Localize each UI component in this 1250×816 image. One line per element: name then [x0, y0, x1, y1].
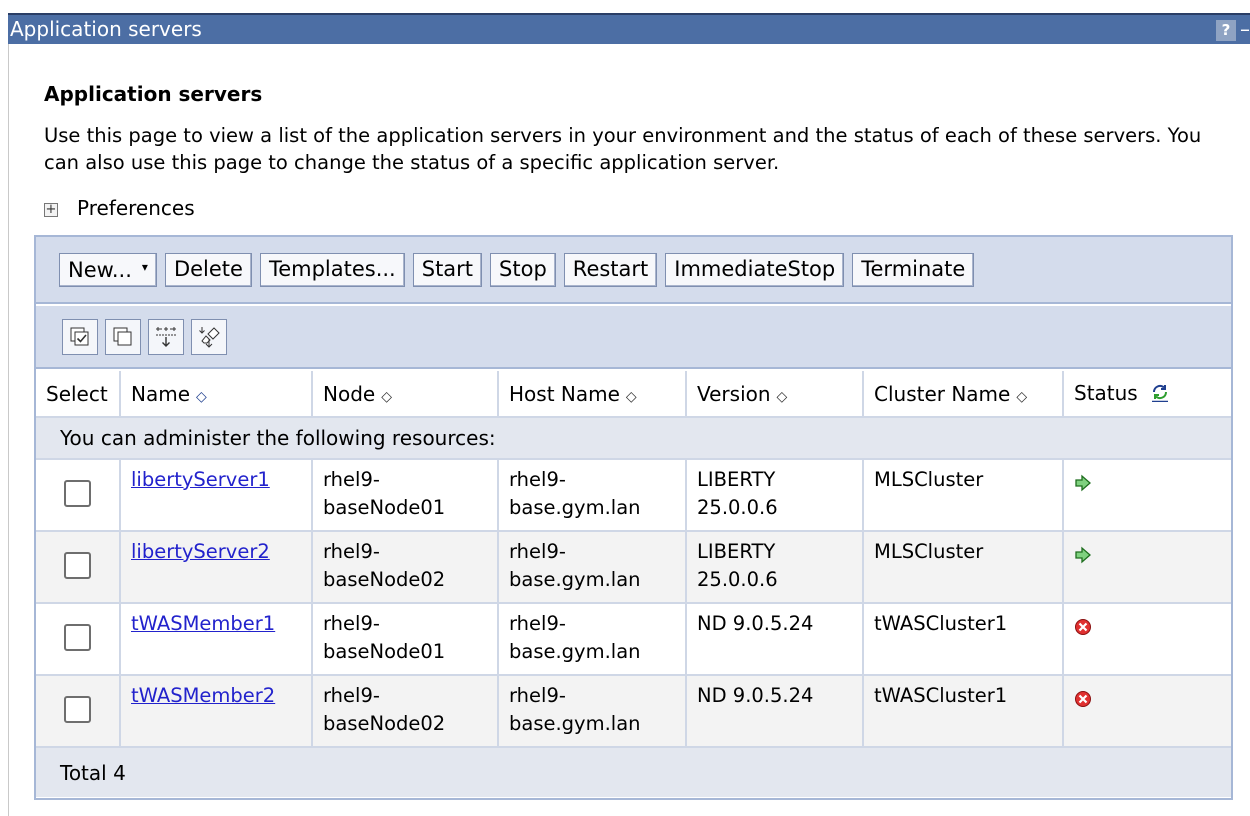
name-cell: tWASMember1 — [120, 603, 313, 676]
version-cell: ND 9.0.5.24 — [686, 675, 864, 748]
version-cell: LIBERTY 25.0.0.6 — [686, 459, 864, 532]
table-row: tWASMember1 rhel9-baseNode01 rhel9-base.… — [36, 603, 1231, 676]
status-cell — [1063, 531, 1231, 604]
table-row: libertyServer2 rhel9-baseNode02 rhel9-ba… — [36, 531, 1231, 604]
started-status-icon — [1074, 472, 1092, 500]
column-header-cluster-label: Cluster Name — [874, 381, 1011, 406]
started-status-icon — [1074, 544, 1092, 572]
cluster-cell: tWASCluster1 — [863, 675, 1064, 748]
stopped-status-icon — [1074, 688, 1092, 716]
table-header-row: Select Name ◇ Node ◇ Host Name ◇ Version ◇ C… — [36, 371, 1231, 418]
dropdown-caret-icon: ▾ — [141, 259, 148, 274]
restart-button[interactable]: Restart — [563, 252, 658, 287]
expand-icon[interactable]: + — [44, 203, 58, 217]
name-cell: libertyServer2 — [120, 531, 313, 604]
preferences-label[interactable]: Preferences — [77, 196, 195, 220]
row-checkbox[interactable] — [64, 551, 91, 579]
version-cell: LIBERTY 25.0.0.6 — [686, 531, 864, 604]
node-cell: rhel9-baseNode02 — [312, 675, 499, 748]
sort-icon[interactable]: ◇ — [777, 389, 788, 405]
cluster-cell: MLSCluster — [863, 531, 1064, 604]
column-header-select: Select — [36, 371, 121, 418]
immediate-stop-button[interactable]: ImmediateStop — [665, 252, 845, 287]
stop-button[interactable]: Stop — [490, 252, 556, 287]
select-cell — [36, 603, 121, 676]
version-cell: ND 9.0.5.24 — [686, 603, 864, 676]
server-link[interactable]: tWASMember2 — [131, 684, 275, 707]
name-cell: tWASMember2 — [120, 675, 313, 748]
server-link[interactable]: libertyServer2 — [131, 540, 270, 563]
table-icon-toolbar — [36, 306, 1231, 369]
section-row: You can administer the following resourc… — [36, 417, 1231, 460]
server-link[interactable]: tWASMember1 — [131, 612, 275, 635]
content-border — [8, 44, 9, 816]
show-filter-icon[interactable] — [148, 318, 184, 355]
help-icon[interactable]: ? — [1216, 20, 1236, 41]
preferences-toggle[interactable]: + Preferences — [44, 196, 195, 220]
row-checkbox[interactable] — [64, 479, 91, 507]
templates-button[interactable]: Templates... — [259, 252, 405, 287]
column-header-host[interactable]: Host Name ◇ — [498, 371, 687, 418]
column-header-status: Status — [1063, 371, 1231, 418]
host-cell: rhel9-base.gym.lan — [498, 459, 687, 532]
action-toolbar: New... ▾ Delete Templates... Start Stop … — [36, 237, 1231, 304]
status-cell — [1063, 459, 1231, 532]
new-button-label: New... — [68, 257, 132, 282]
new-button[interactable]: New... ▾ — [59, 252, 157, 287]
column-header-version[interactable]: Version ◇ — [686, 371, 864, 418]
column-header-name[interactable]: Name ◇ — [120, 371, 313, 418]
sort-icon[interactable]: ◇ — [196, 389, 207, 405]
host-cell: rhel9-base.gym.lan — [498, 603, 687, 676]
page-title: Application servers — [44, 82, 263, 106]
node-cell: rhel9-baseNode02 — [312, 531, 499, 604]
clear-filter-icon[interactable] — [191, 318, 227, 355]
column-header-node[interactable]: Node ◇ — [312, 371, 499, 418]
servers-table: Select Name ◇ Node ◇ Host Name ◇ Version ◇ C… — [36, 371, 1231, 797]
collection-table-frame: New... ▾ Delete Templates... Start Stop … — [34, 235, 1233, 800]
cluster-cell: MLSCluster — [863, 459, 1064, 532]
section-label: You can administer the following resourc… — [36, 417, 1231, 460]
minimize-icon[interactable]: – — [1240, 19, 1250, 41]
row-checkbox[interactable] — [64, 623, 91, 651]
total-label: Total 4 — [36, 747, 1231, 797]
select-cell — [36, 459, 121, 532]
select-cell — [36, 531, 121, 604]
node-cell: rhel9-baseNode01 — [312, 603, 499, 676]
status-cell — [1063, 675, 1231, 748]
sort-icon[interactable]: ◇ — [626, 389, 637, 405]
column-header-node-label: Node — [323, 381, 376, 406]
table-row: libertyServer1 rhel9-baseNode01 rhel9-ba… — [36, 459, 1231, 532]
column-header-host-label: Host Name — [509, 381, 620, 406]
sort-icon[interactable]: ◇ — [381, 389, 392, 405]
cluster-cell: tWASCluster1 — [863, 603, 1064, 676]
status-cell — [1063, 603, 1231, 676]
deselect-all-icon[interactable] — [105, 318, 141, 355]
column-header-status-label: Status — [1074, 380, 1138, 405]
column-header-version-label: Version — [697, 381, 771, 406]
row-checkbox[interactable] — [64, 695, 91, 723]
select-all-icon[interactable] — [62, 318, 98, 355]
terminate-button[interactable]: Terminate — [852, 252, 975, 287]
host-cell: rhel9-base.gym.lan — [498, 531, 687, 604]
column-header-cluster[interactable]: Cluster Name ◇ — [863, 371, 1064, 418]
column-header-name-label: Name — [131, 381, 191, 406]
start-button[interactable]: Start — [412, 252, 483, 287]
select-cell — [36, 675, 121, 748]
delete-button[interactable]: Delete — [164, 252, 252, 287]
host-cell: rhel9-base.gym.lan — [498, 675, 687, 748]
name-cell: libertyServer1 — [120, 459, 313, 532]
page-description: Use this page to view a list of the appl… — [44, 124, 1202, 174]
sort-icon[interactable]: ◇ — [1016, 389, 1027, 405]
refresh-status-icon[interactable] — [1150, 382, 1170, 407]
total-row: Total 4 — [36, 747, 1231, 797]
stopped-status-icon — [1074, 616, 1092, 644]
server-link[interactable]: libertyServer1 — [131, 468, 270, 491]
node-cell: rhel9-baseNode01 — [312, 459, 499, 532]
portlet-title: Application servers — [10, 17, 202, 41]
table-row: tWASMember2 rhel9-baseNode02 rhel9-base.… — [36, 675, 1231, 748]
portlet-titlebar: Application servers ? – — [8, 13, 1250, 44]
